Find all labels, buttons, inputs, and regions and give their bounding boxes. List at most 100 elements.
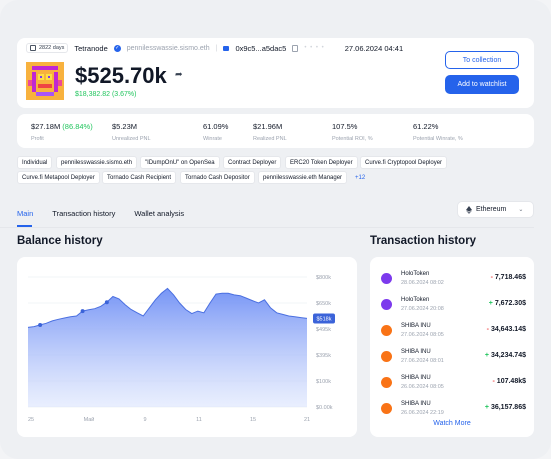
stat-value: 61.09% <box>203 122 229 131</box>
transaction-amount: + 36,157.86$ <box>485 404 526 411</box>
chart-point-marker[interactable] <box>80 309 85 314</box>
shiba-inu-icon <box>381 325 392 336</box>
transaction-row[interactable]: SHIBA INU 27.06.2024 08:01 + 34,234.74$ <box>381 348 526 368</box>
transaction-history-card: HoloToken 28.06.2024 08:02- 7,718.46$ Holo… <box>370 257 534 437</box>
transaction-history-title: Transaction history <box>370 235 477 247</box>
stat-value: 61.22% <box>413 122 439 131</box>
chevron-down-icon: ⌄ <box>518 207 524 213</box>
tag[interactable]: Contract Deployer <box>223 156 282 169</box>
transaction-token: SHIBA INU <box>401 401 431 407</box>
transaction-amount-value: 107.48k$ <box>496 378 526 385</box>
shiba-inu-icon <box>381 377 392 388</box>
x-tick-label: 25 <box>28 417 34 423</box>
share-icon[interactable]: ➦ <box>175 69 183 80</box>
transaction-amount-value: 36,157.86$ <box>490 404 526 411</box>
tag[interactable]: ERC20 Token Deployer <box>285 156 358 169</box>
chart-point-marker[interactable] <box>104 300 109 305</box>
transaction-row[interactable]: SHIBA INU 26.06.2024 22:19 + 36,157.86$ <box>381 400 526 420</box>
tab-transaction-history[interactable]: Transaction history <box>52 209 115 218</box>
wallet-icon <box>223 45 230 51</box>
transaction-date: 27.06.2024 20:08 <box>401 306 444 312</box>
transaction-amount-value: 7,672.30$ <box>494 300 526 307</box>
stat-value: $21.96M <box>253 122 283 131</box>
verified-icon: ✓ <box>113 44 121 52</box>
stat-potential-roi: 107.5% Potential ROI, % <box>332 122 373 142</box>
tag[interactable]: "IDumpOnU" on OpenSea <box>140 156 220 169</box>
transaction-token: HoloToken <box>401 297 430 303</box>
balance-area <box>28 288 307 407</box>
stat-profit: $27.18M (86.84%) Profit <box>31 122 93 142</box>
chain-select[interactable]: Ethereum ⌄ <box>457 201 534 218</box>
stat-unrealized-pnl: $5.23M Unrealized PNL <box>112 122 151 142</box>
transaction-date: 26.06.2024 08:05 <box>401 384 444 390</box>
transaction-row[interactable]: SHIBA INU 27.06.2024 08:05 - 34,643.14$ <box>381 322 526 342</box>
tag[interactable]: Individual <box>17 156 53 169</box>
stat-value-change: (86.84%) <box>62 122 93 131</box>
stat-label: Realized PNL <box>253 136 287 142</box>
wallet-info-line: 2822 days Tetranode ✓ pennilesswassie.si… <box>26 43 403 53</box>
y-tick-label: $100k <box>316 379 331 385</box>
stat-label: Profit <box>31 136 44 142</box>
transaction-amount: - 34,643.14$ <box>487 326 526 333</box>
transaction-amount: - 107.48k$ <box>493 378 526 385</box>
stat-label: Unrealized PNL <box>112 136 151 142</box>
more-tags-link[interactable]: +12 <box>351 171 369 184</box>
shiba-inu-icon <box>381 351 392 362</box>
wallet-address[interactable]: 0x9c5...a5dac5 <box>235 44 286 53</box>
stats-card: $27.18M (86.84%) Profit $5.23M Unrealize… <box>17 114 534 148</box>
transaction-date: 27.06.2024 08:01 <box>401 358 444 364</box>
tag[interactable]: Curve.fi Cryptopool Deployer <box>360 156 448 169</box>
last-updated: 27.06.2024 04:41 <box>344 43 404 53</box>
main-tabs: Main Transaction history Wallet analysis <box>17 209 203 218</box>
tag[interactable]: Curve.fi Metapool Deployer <box>17 171 100 184</box>
transaction-date: 27.06.2024 08:05 <box>401 332 444 338</box>
stat-value: $27.18M <box>31 122 61 131</box>
transaction-row[interactable]: SHIBA INU 26.06.2024 08:05 - 107.48k$ <box>381 374 526 394</box>
divider: | <box>215 44 218 52</box>
transaction-date: 26.06.2024 22:19 <box>401 410 444 416</box>
transaction-amount-value: 34,234.74$ <box>490 352 526 359</box>
x-tick-label: 21 <box>304 417 310 423</box>
balance-history-chart: $800k $650k $495k $395k $100k $0.00k 25 Maй 9 11… <box>17 257 357 437</box>
tab-wallet-analysis[interactable]: Wallet analysis <box>134 209 184 218</box>
balance-change: $18,382.82 (3.67%) <box>75 91 137 98</box>
transaction-amount: - 7,718.46$ <box>491 274 526 281</box>
avatar-pixel-art <box>26 62 64 100</box>
user-name[interactable]: Tetranode <box>74 44 107 53</box>
transaction-amount: + 34,234.74$ <box>485 352 526 359</box>
to-collection-button[interactable]: To collection <box>445 51 519 69</box>
tag[interactable]: pennilesswassie.eth Manager <box>258 171 348 184</box>
y-tick-label: $800k <box>316 275 331 281</box>
ethereum-icon <box>466 205 472 214</box>
transaction-token: HoloToken <box>401 271 430 277</box>
x-tick-label: 15 <box>250 417 256 423</box>
copy-icon[interactable] <box>292 44 299 52</box>
chart-point-marker[interactable] <box>38 322 43 327</box>
x-tick-label: Maй <box>84 416 95 423</box>
tab-main[interactable]: Main <box>17 209 33 218</box>
transaction-amount: + 7,672.30$ <box>489 300 526 307</box>
transaction-row[interactable]: HoloToken 27.06.2024 20:08 + 7,672.30$ <box>381 296 526 316</box>
wallet-header-card: 2822 days Tetranode ✓ pennilesswassie.si… <box>17 38 534 108</box>
stat-value: 107.5% <box>332 122 358 131</box>
tag[interactable]: pennilesswassie.sismo.eth <box>56 156 138 169</box>
y-tick-label: $650k <box>316 301 331 307</box>
tabs-divider <box>0 227 534 228</box>
watch-more-link[interactable]: Watch More <box>370 420 534 427</box>
y-tick-label: $0.00k <box>316 405 333 411</box>
app-frame: 2822 days Tetranode ✓ pennilesswassie.si… <box>0 0 551 459</box>
balance-chart-svg: $800k $650k $495k $395k $100k $0.00k 25 Maй 9 11… <box>27 275 335 423</box>
y-tick-label: $395k <box>316 353 331 359</box>
stat-label: Winrate <box>203 136 222 142</box>
transaction-token: SHIBA INU <box>401 323 431 329</box>
stat-label: Potential Winrate, % <box>413 136 463 142</box>
balance-history-title: Balance history <box>17 235 103 247</box>
transaction-token: SHIBA INU <box>401 375 431 381</box>
add-to-watchlist-button[interactable]: Add to watchlist <box>445 75 519 94</box>
holotoken-icon <box>381 299 392 310</box>
x-tick-label: 9 <box>143 417 146 423</box>
transaction-row[interactable]: HoloToken 28.06.2024 08:02 - 7,718.46$ <box>381 270 526 290</box>
ens-name[interactable]: pennilesswassie.sismo.eth <box>127 45 210 52</box>
tag[interactable]: Tornado Cash Depositor <box>180 171 255 184</box>
tag[interactable]: Tornado Cash Recipient <box>102 171 177 184</box>
